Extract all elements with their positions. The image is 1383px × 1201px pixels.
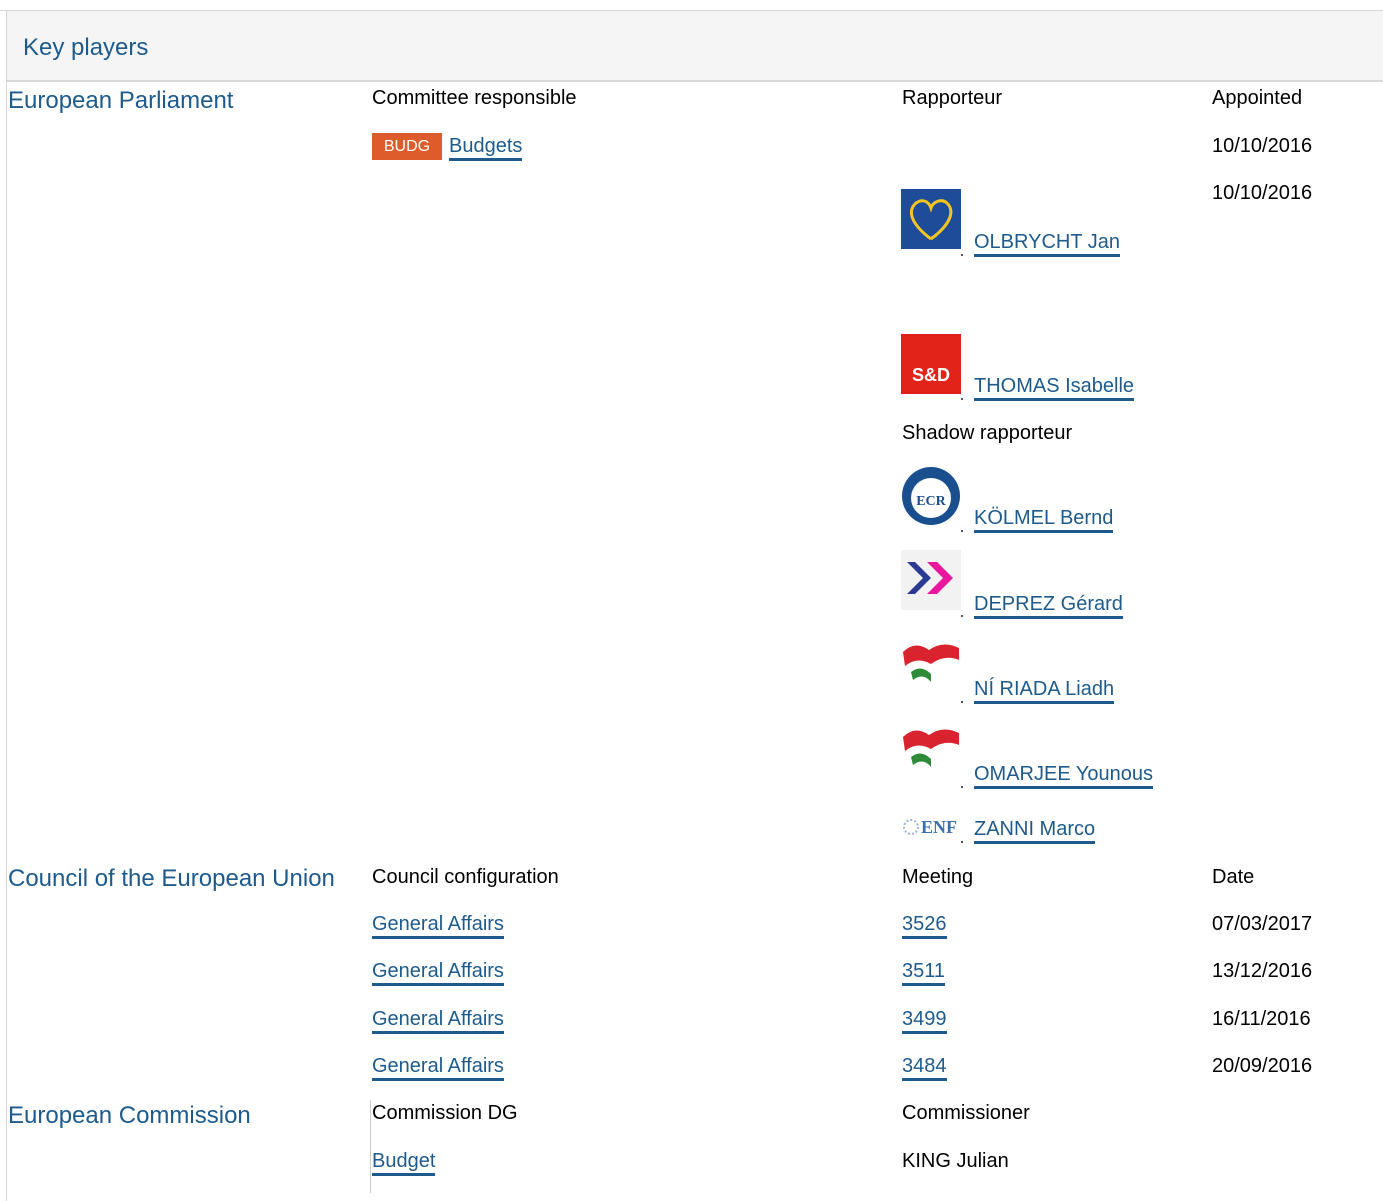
key-players-header[interactable]: Key players bbox=[7, 11, 1383, 82]
council-row: 3484 bbox=[902, 1054, 947, 1081]
council-row: 3499 bbox=[902, 1007, 947, 1034]
separator-dot bbox=[961, 530, 963, 532]
section-european-parliament: European Parliament bbox=[8, 87, 234, 114]
svg-text:ENF: ENF bbox=[921, 817, 957, 837]
panel-left-border bbox=[6, 10, 7, 1201]
committee-link-wrap: Budgets bbox=[449, 134, 523, 161]
svg-text:S&D: S&D bbox=[912, 365, 950, 385]
shadow-wrap: OMARJEE Younous bbox=[974, 762, 1153, 789]
separator-dot bbox=[961, 701, 963, 703]
rapporteur-olbrycht-link[interactable]: OLBRYCHT Jan bbox=[974, 231, 1120, 257]
rapporteur-wrap: OLBRYCHT Jan bbox=[974, 230, 1120, 257]
col-appointed: Appointed bbox=[1212, 87, 1303, 109]
shadow-deprez-link[interactable]: DEPREZ Gérard bbox=[974, 593, 1123, 619]
column-separator bbox=[370, 1100, 371, 1193]
council-config-link[interactable]: General Affairs bbox=[372, 1055, 504, 1081]
council-row: General Affairs bbox=[372, 1054, 504, 1081]
col-committee-responsible: Committee responsible bbox=[372, 87, 577, 109]
commission-dg-wrap: Budget bbox=[372, 1149, 436, 1176]
council-meeting-link[interactable]: 3499 bbox=[902, 1008, 947, 1034]
col-commission-dg: Commission DG bbox=[372, 1102, 518, 1124]
council-row: General Affairs bbox=[372, 912, 504, 939]
council-config-link[interactable]: General Affairs bbox=[372, 1008, 504, 1034]
separator-dot bbox=[961, 615, 963, 617]
council-config-link[interactable]: General Affairs bbox=[372, 960, 504, 986]
council-date: 20/09/2016 bbox=[1212, 1055, 1313, 1077]
ecr-logo-icon: ECR bbox=[901, 466, 961, 526]
shadow-wrap: KÖLMEL Bernd bbox=[974, 506, 1114, 533]
gue-flag-icon bbox=[901, 721, 961, 781]
section-council: Council of the European Union bbox=[8, 865, 335, 892]
shadow-omarjee-link[interactable]: OMARJEE Younous bbox=[974, 763, 1153, 789]
council-meeting-link[interactable]: 3511 bbox=[902, 960, 946, 986]
svg-text:ECR: ECR bbox=[916, 494, 946, 509]
rapporteur-thomas-link[interactable]: THOMAS Isabelle bbox=[974, 375, 1135, 401]
shadow-rapporteur-label: Shadow rapporteur bbox=[902, 422, 1073, 444]
commission-dg-budget-link[interactable]: Budget bbox=[372, 1150, 436, 1176]
separator-dot bbox=[961, 786, 963, 788]
council-row: General Affairs bbox=[372, 1007, 504, 1034]
committee-budgets-link[interactable]: Budgets bbox=[449, 135, 523, 161]
shadow-zanni-link[interactable]: ZANNI Marco bbox=[974, 818, 1096, 844]
epp-heart-icon bbox=[901, 189, 961, 249]
col-council-configuration: Council configuration bbox=[372, 866, 559, 888]
committee-badge: BUDG bbox=[372, 133, 442, 160]
shadow-ni-riada-link[interactable]: NÍ RIADA Liadh bbox=[974, 678, 1115, 704]
shadow-wrap: DEPREZ Gérard bbox=[974, 592, 1123, 619]
council-config-link[interactable]: General Affairs bbox=[372, 913, 504, 939]
shadow-wrap: NÍ RIADA Liadh bbox=[974, 677, 1115, 704]
col-date: Date bbox=[1212, 866, 1255, 888]
council-date: 13/12/2016 bbox=[1212, 960, 1313, 982]
council-date: 07/03/2017 bbox=[1212, 913, 1313, 935]
gue-flag-icon bbox=[901, 636, 961, 696]
col-rapporteur: Rapporteur bbox=[902, 87, 1003, 109]
committee-appointed-date: 10/10/2016 bbox=[1212, 135, 1313, 157]
alde-arrows-icon bbox=[901, 550, 961, 610]
key-players-title: Key players bbox=[23, 34, 149, 61]
council-row: 3511 bbox=[902, 959, 946, 986]
enf-logo-icon: ENF bbox=[901, 813, 961, 843]
sd-logo-icon: S&D bbox=[901, 334, 961, 394]
shadow-kolmel-link[interactable]: KÖLMEL Bernd bbox=[974, 507, 1114, 533]
separator-dot bbox=[961, 398, 963, 400]
council-date: 16/11/2016 bbox=[1212, 1008, 1311, 1030]
council-meeting-link[interactable]: 3484 bbox=[902, 1055, 947, 1081]
commissioner-name: KING Julian bbox=[902, 1150, 1009, 1172]
separator-dot bbox=[961, 841, 963, 843]
col-meeting: Meeting bbox=[902, 866, 974, 888]
council-meeting-link[interactable]: 3526 bbox=[902, 913, 947, 939]
shadow-wrap: ZANNI Marco bbox=[974, 817, 1096, 844]
council-row: General Affairs bbox=[372, 959, 504, 986]
rapporteur-wrap: THOMAS Isabelle bbox=[974, 374, 1135, 401]
col-commissioner: Commissioner bbox=[902, 1102, 1030, 1124]
council-row: 3526 bbox=[902, 912, 947, 939]
separator-dot bbox=[961, 254, 963, 256]
rapporteur-appointed-date: 10/10/2016 bbox=[1212, 182, 1313, 204]
section-european-commission: European Commission bbox=[8, 1102, 251, 1129]
